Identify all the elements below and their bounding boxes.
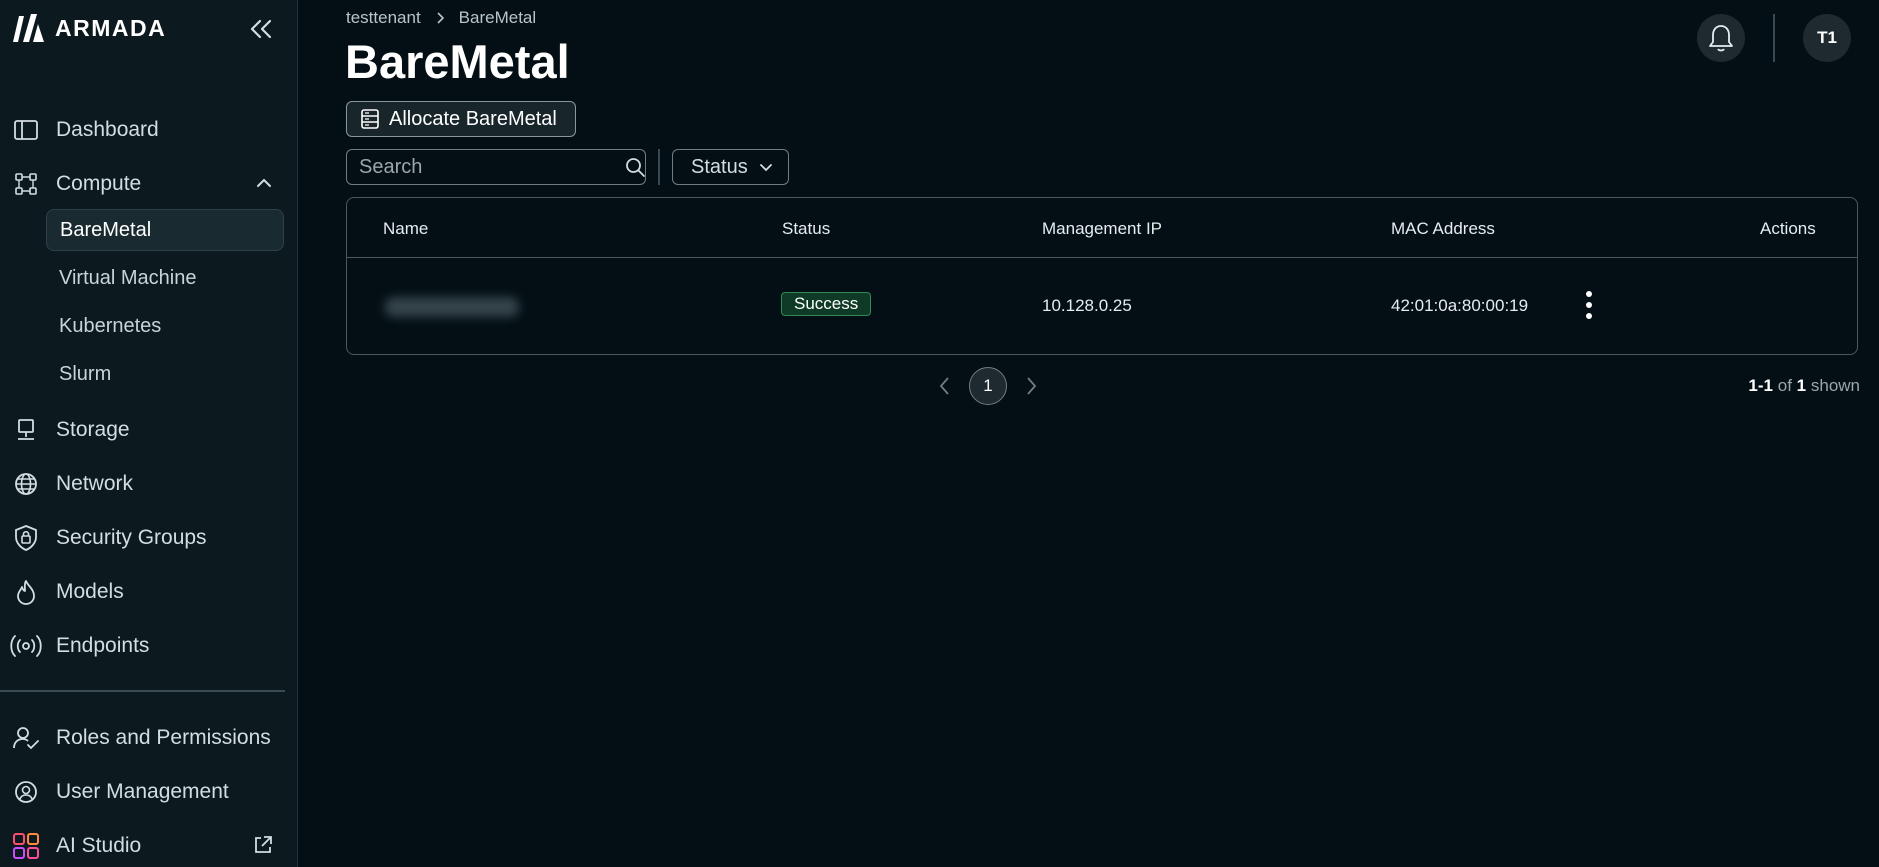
sidebar-subitem-label: BareMetal — [60, 218, 152, 241]
sidebar-subitem-label: Virtual Machine — [59, 266, 197, 289]
double-chevron-left-icon — [250, 19, 272, 39]
sidebar-item-ai-studio[interactable]: AI Studio — [10, 826, 286, 866]
chevron-up-icon — [257, 178, 271, 187]
sidebar-item-models[interactable]: Models — [10, 572, 286, 612]
armada-logo-icon — [13, 14, 44, 42]
chevron-left-icon — [939, 377, 949, 395]
sidebar-item-security-groups[interactable]: Security Groups — [10, 518, 286, 558]
prev-page-button[interactable] — [931, 372, 959, 400]
column-header-actions: Actions — [1760, 219, 1816, 238]
table-header: Name Status Management IP MAC Address Ac… — [347, 198, 1857, 258]
brand-name: ARMADA — [55, 14, 167, 41]
app-root: ARMADA Dashboard Compute BareMetal Virtu… — [0, 0, 1879, 867]
external-link-icon — [255, 836, 272, 853]
sidebar: ARMADA Dashboard Compute BareMetal Virtu… — [0, 0, 298, 867]
next-page-button[interactable] — [1017, 372, 1045, 400]
sidebar-item-compute[interactable]: Compute — [10, 164, 286, 204]
sidebar-item-dashboard[interactable]: Dashboard — [10, 110, 286, 150]
user-circle-icon — [10, 776, 42, 808]
search-box — [346, 149, 646, 185]
globe-icon — [10, 468, 42, 500]
sidebar-item-storage[interactable]: Storage — [10, 410, 286, 450]
status-filter-label: Status — [691, 155, 748, 178]
results-total: 1 — [1796, 376, 1807, 395]
allocate-baremetal-button[interactable]: Allocate BareMetal — [346, 101, 576, 137]
row-name-redacted — [385, 297, 519, 317]
sidebar-subitem-baremetal[interactable]: BareMetal — [46, 209, 284, 251]
server-icon — [361, 109, 379, 129]
bell-icon — [1709, 25, 1733, 52]
sidebar-item-roles-and-permissions[interactable]: Roles and Permissions — [10, 718, 286, 758]
sidebar-item-endpoints[interactable]: Endpoints — [10, 626, 286, 666]
search-icon[interactable] — [624, 153, 646, 181]
sidebar-subitem-virtual-machine[interactable]: Virtual Machine — [46, 257, 284, 299]
sidebar-item-label: Network — [56, 472, 134, 495]
sidebar-item-label: Security Groups — [56, 526, 207, 549]
baremetal-table: Name Status Management IP MAC Address Ac… — [346, 197, 1858, 355]
dashboard-icon — [10, 114, 42, 146]
page-number-current[interactable]: 1 — [969, 367, 1007, 405]
results-of-text: of — [1777, 376, 1792, 395]
main-content: testtenant BareMetal BareMetal T1 Alloca… — [298, 0, 1879, 867]
results-count: 1-1 of 1 shown — [1748, 376, 1860, 396]
sidebar-item-label: User Management — [56, 780, 229, 803]
page-title: BareMetal — [345, 35, 570, 88]
chevron-down-icon — [759, 164, 772, 172]
chevron-right-icon — [437, 12, 444, 24]
flame-icon — [10, 576, 42, 608]
sidebar-divider — [0, 690, 285, 692]
collapse-sidebar-button[interactable] — [246, 14, 276, 44]
column-header-status[interactable]: Status — [782, 219, 830, 239]
user-check-icon — [10, 722, 42, 754]
results-range: 1-1 — [1748, 376, 1773, 395]
user-avatar[interactable]: T1 — [1803, 14, 1851, 62]
header-divider — [1773, 14, 1775, 62]
sidebar-item-user-management[interactable]: User Management — [10, 772, 286, 812]
filter-divider — [658, 149, 660, 185]
status-badge: Success — [781, 292, 872, 316]
logo-row: ARMADA — [0, 0, 297, 60]
chevron-right-icon — [1027, 377, 1037, 395]
column-header-management-ip[interactable]: Management IP — [1042, 219, 1162, 239]
allocate-button-label: Allocate BareMetal — [389, 107, 557, 130]
row-actions-button[interactable] — [1574, 285, 1604, 325]
pagination: 1 — [931, 367, 1045, 405]
sidebar-item-label: Endpoints — [56, 634, 150, 657]
column-header-name[interactable]: Name — [383, 219, 428, 239]
sidebar-subitem-slurm[interactable]: Slurm — [46, 353, 284, 395]
status-filter-dropdown[interactable]: Status — [672, 149, 789, 185]
broadcast-icon — [10, 630, 42, 662]
sidebar-item-label: AI Studio — [56, 834, 142, 857]
sidebar-item-label: Dashboard — [56, 118, 159, 141]
sidebar-subitem-label: Kubernetes — [59, 314, 162, 337]
sidebar-item-label: Compute — [56, 172, 142, 195]
sidebar-item-label: Roles and Permissions — [56, 726, 271, 749]
notifications-button[interactable] — [1697, 14, 1745, 62]
breadcrumb-link-tenant[interactable]: testtenant — [346, 8, 421, 28]
sidebar-item-network[interactable]: Network — [10, 464, 286, 504]
sidebar-item-label: Storage — [56, 418, 130, 441]
table-row[interactable]: Success 10.128.0.25 42:01:0a:80:00:19 — [347, 259, 1857, 355]
row-management-ip: 10.128.0.25 — [1042, 296, 1132, 315]
storage-icon — [10, 414, 42, 446]
sidebar-subitem-kubernetes[interactable]: Kubernetes — [46, 305, 284, 347]
shield-lock-icon — [10, 522, 42, 554]
grid-apps-icon — [10, 830, 42, 862]
breadcrumb-current: BareMetal — [458, 8, 537, 27]
search-input[interactable] — [347, 150, 624, 184]
breadcrumb: testtenant BareMetal — [346, 8, 536, 28]
compute-icon — [10, 168, 42, 200]
row-mac-address: 42:01:0a:80:00:19 — [1391, 296, 1529, 315]
sidebar-item-label: Models — [56, 580, 124, 603]
column-header-mac-address[interactable]: MAC Address — [1391, 219, 1495, 239]
kebab-menu-icon — [1586, 291, 1592, 319]
results-shown-text: shown — [1810, 376, 1860, 395]
brand-logo[interactable]: ARMADA — [11, 12, 166, 44]
sidebar-subitem-label: Slurm — [59, 362, 112, 385]
